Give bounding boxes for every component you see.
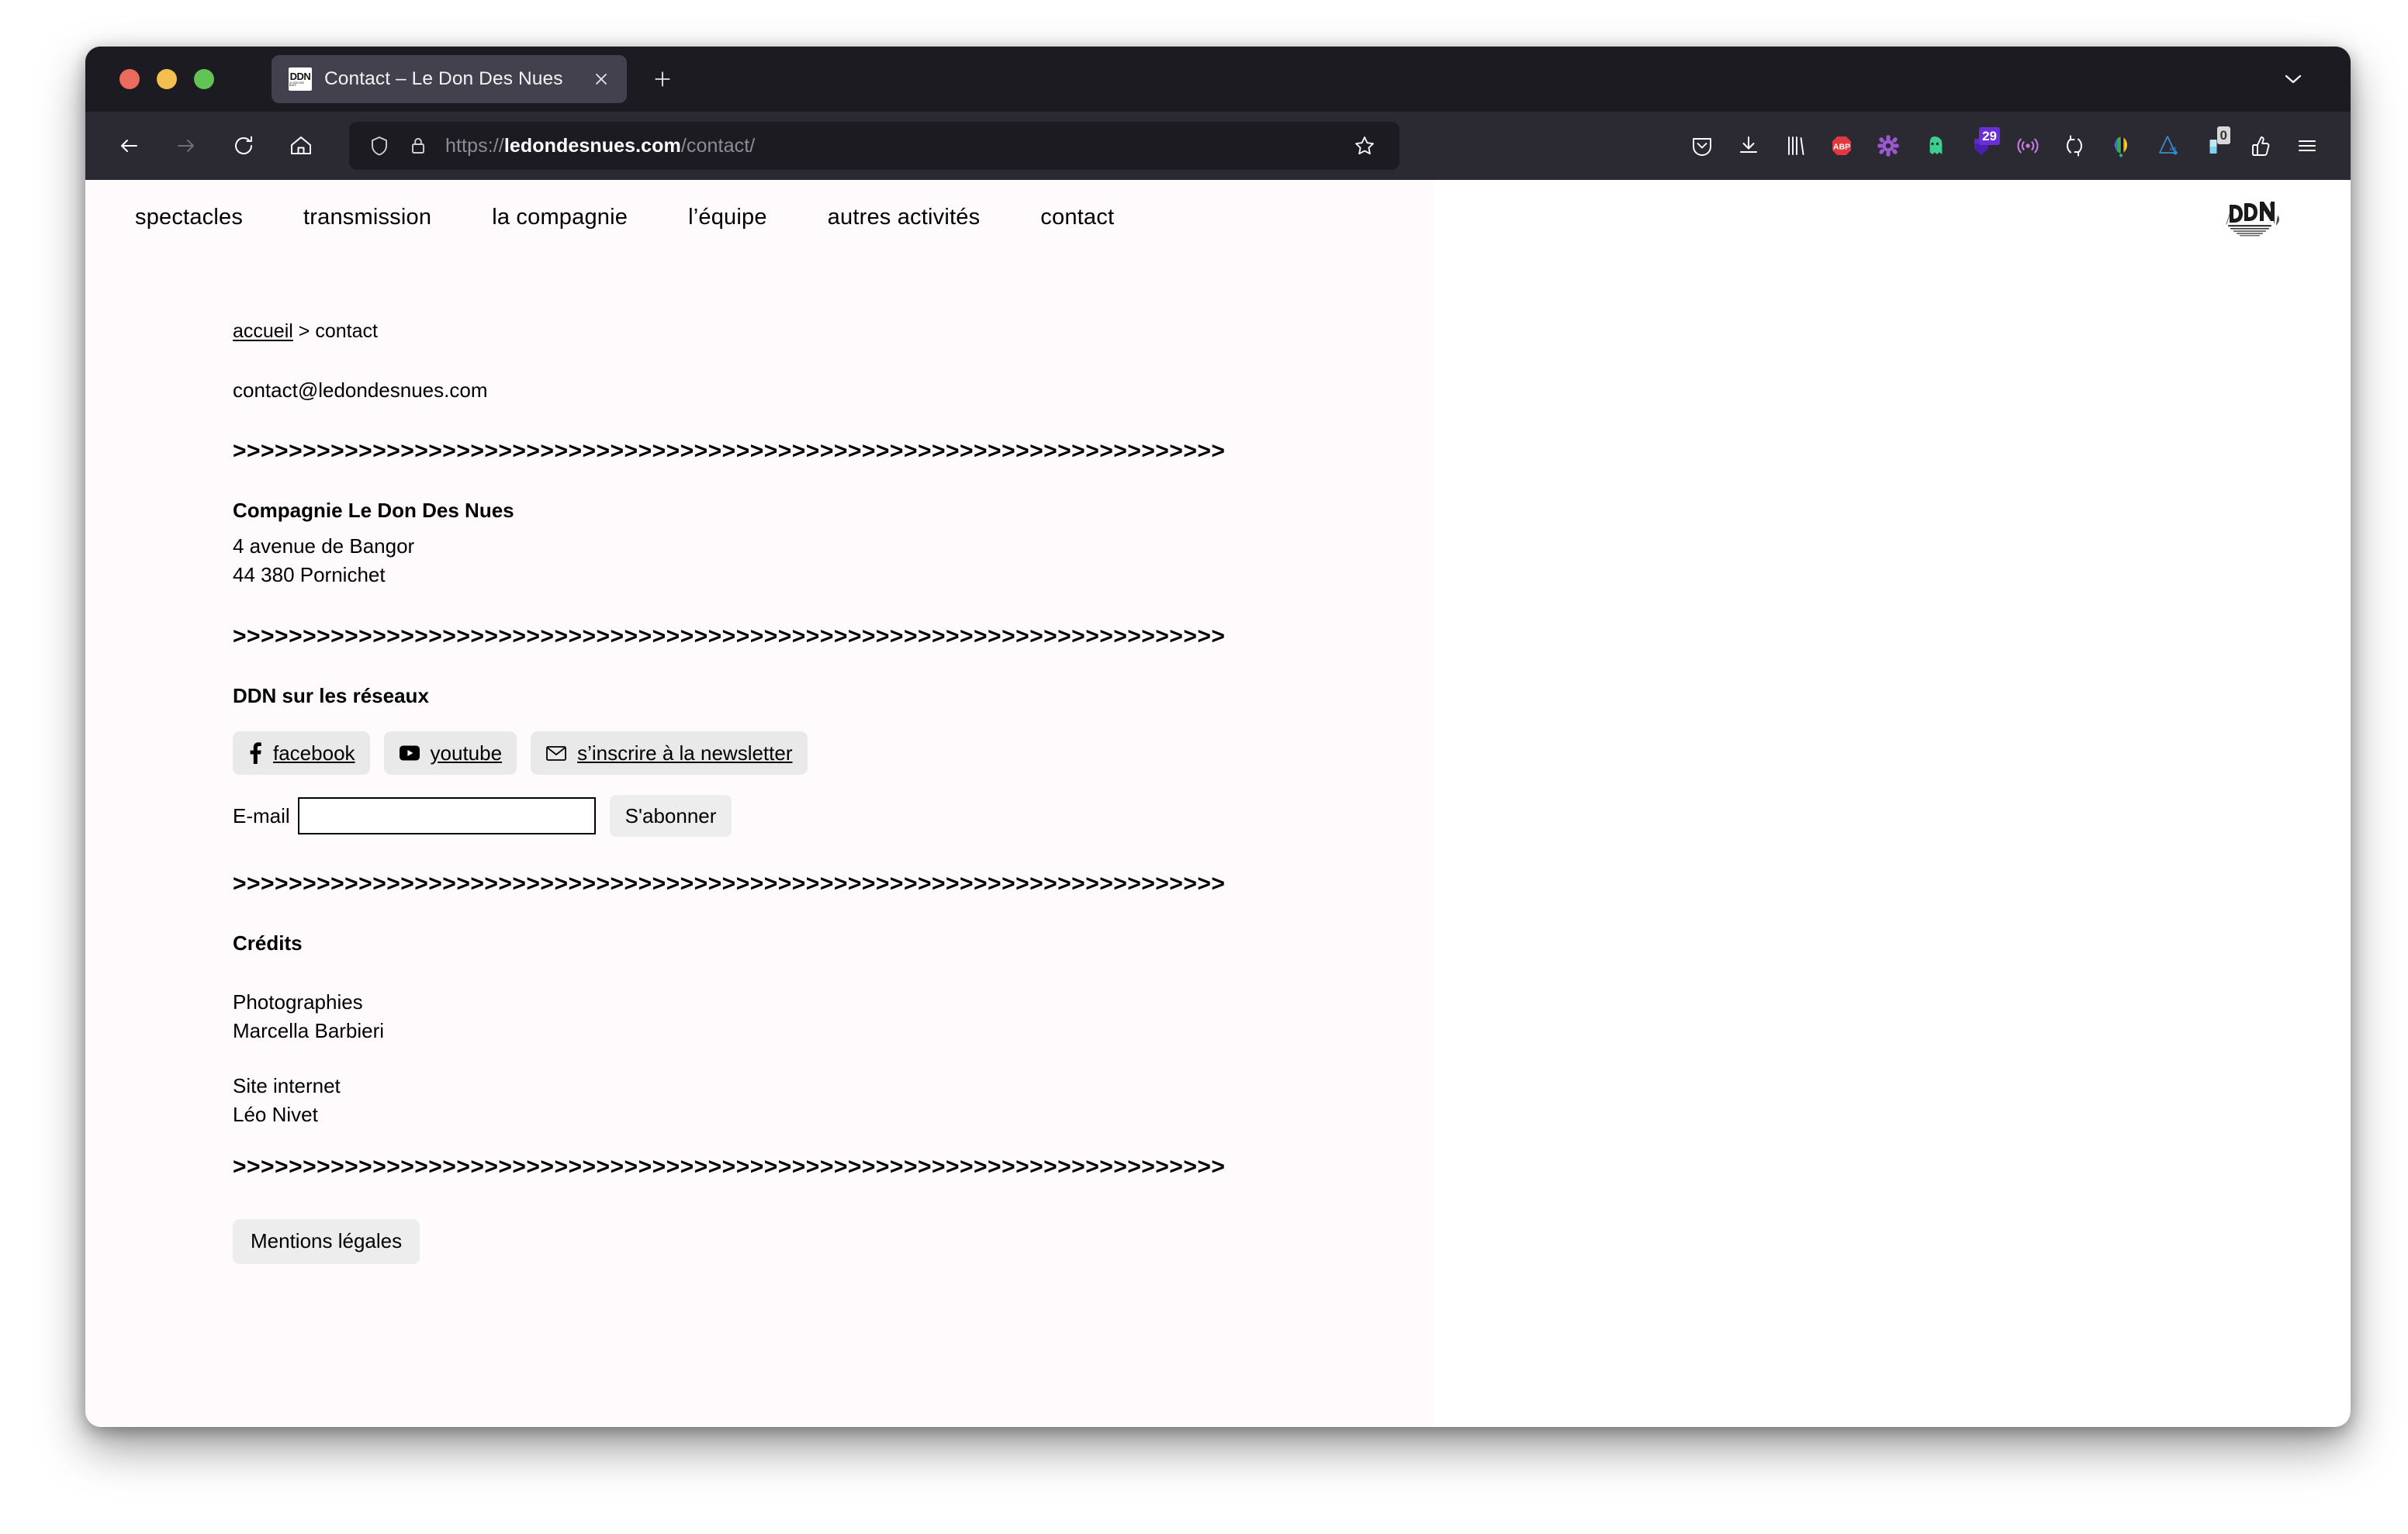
youtube-label: youtube: [430, 741, 503, 765]
breadcrumb-current: contact: [315, 320, 378, 342]
breadcrumb-home-link[interactable]: accueil: [233, 320, 293, 342]
contact-email[interactable]: contact@ledondesnues.com: [233, 378, 1412, 403]
newsletter-button[interactable]: s’inscrire à la newsletter: [531, 731, 808, 776]
tab-strip: DDN LE DON DES NUES Contact – Le Don Des…: [85, 47, 2351, 112]
clipboard-badge-icon[interactable]: 0: [2191, 123, 2237, 169]
divider-chevrons-4: >>>>>>>>>>>>>>>>>>>>>>>>>>>>>>>>>>>>>>>>…: [233, 1155, 1226, 1179]
tab-favicon-ddn: DDN LE DON DES NUES: [289, 67, 312, 91]
breadcrumb: accueil > contact: [233, 320, 1412, 343]
site-logo-ddn[interactable]: [2220, 192, 2284, 240]
hamburger-menu-icon[interactable]: [2284, 123, 2330, 169]
new-tab-button[interactable]: [644, 60, 681, 98]
alpha-triangle-icon[interactable]: ax: [2144, 123, 2191, 169]
page-viewport: spectacles transmission la compagnie l’é…: [85, 180, 2351, 1427]
url-text: https://ledondesnues.com/contact/: [445, 135, 1347, 157]
nav-item-autres-activites[interactable]: autres activités: [828, 205, 981, 230]
divider-chevrons-1: >>>>>>>>>>>>>>>>>>>>>>>>>>>>>>>>>>>>>>>>…: [233, 440, 1226, 464]
badge-counter-icon[interactable]: 29: [1958, 123, 2005, 169]
thumbs-up-icon[interactable]: [2237, 123, 2284, 169]
nav-item-la-compagnie[interactable]: la compagnie: [492, 205, 628, 230]
ghostery-icon[interactable]: [1912, 123, 1958, 169]
library-icon[interactable]: [1772, 123, 1818, 169]
site-header: spectacles transmission la compagnie l’é…: [85, 180, 2351, 254]
sync-icon[interactable]: [2051, 123, 2098, 169]
window-minimize-button[interactable]: [157, 69, 177, 89]
breadcrumb-separator: >: [292, 320, 316, 342]
signal-icon[interactable]: [2005, 123, 2051, 169]
svg-text:ABP: ABP: [1833, 142, 1850, 151]
lock-icon[interactable]: [405, 133, 431, 159]
facebook-label: facebook: [273, 741, 355, 765]
address-street: 4 avenue de Bangor: [233, 534, 415, 558]
reload-icon[interactable]: [220, 123, 267, 169]
desktop-background: DDN LE DON DES NUES Contact – Le Don Des…: [0, 0, 2408, 1534]
window-close-button[interactable]: [119, 69, 140, 89]
url-bar[interactable]: https://ledondesnues.com/contact/: [349, 122, 1399, 170]
email-field[interactable]: [297, 797, 596, 835]
nav-item-lequipe[interactable]: l’équipe: [688, 205, 767, 230]
svg-text:ax: ax: [2170, 144, 2177, 152]
facebook-icon: [250, 742, 261, 765]
navigation-toolbar: https://ledondesnues.com/contact/ ABP 29…: [85, 112, 2351, 180]
arrow-left-icon[interactable]: [106, 123, 152, 169]
pocket-icon[interactable]: [1679, 123, 1725, 169]
download-icon[interactable]: [1725, 123, 1772, 169]
nav-item-contact[interactable]: contact: [1040, 205, 1114, 230]
adblock-plus-icon[interactable]: ABP: [1818, 123, 1865, 169]
legal-notice-button[interactable]: Mentions légales: [233, 1218, 420, 1264]
gear-purple-icon[interactable]: [1865, 123, 1912, 169]
credits-heading: Crédits: [233, 931, 303, 955]
tab-title: Contact – Le Don Des Nues: [324, 68, 563, 89]
colorwheel-icon[interactable]: [2098, 123, 2144, 169]
window-maximize-button[interactable]: [194, 69, 214, 89]
email-field-label: E-mail: [233, 803, 290, 827]
youtube-icon: [399, 745, 420, 761]
home-icon[interactable]: [278, 123, 324, 169]
envelope-icon: [546, 746, 566, 762]
extension-badge-count: 29: [1979, 127, 2000, 145]
url-path: /contact/: [680, 134, 756, 157]
company-name: Compagnie Le Don Des Nues: [233, 499, 514, 523]
shield-icon[interactable]: [366, 133, 393, 159]
address-block: Compagnie Le Don Des Nues 4 avenue de Ba…: [233, 497, 1412, 589]
social-heading: DDN sur les réseaux: [233, 684, 429, 708]
subscribe-button[interactable]: S'abonner: [609, 795, 732, 838]
credit-role: Photographies: [233, 990, 363, 1014]
browser-tab-contact[interactable]: DDN LE DON DES NUES Contact – Le Don Des…: [272, 55, 627, 103]
youtube-button[interactable]: youtube: [383, 731, 517, 776]
extensions-toolbar: ABP 29 ax 0: [1679, 123, 2330, 169]
social-buttons-row: facebook youtube s’inscrire à la newslet…: [233, 731, 1412, 776]
credit-group-website: Site internet Léo Nivet: [233, 1072, 1412, 1129]
favicon-ddn-subtext: LE DON DES NUES: [289, 81, 305, 87]
url-scheme: https://: [445, 134, 504, 157]
divider-chevrons-3: >>>>>>>>>>>>>>>>>>>>>>>>>>>>>>>>>>>>>>>>…: [233, 872, 1226, 897]
credit-role: Site internet: [233, 1074, 341, 1098]
newsletter-form: E-mail S'abonner: [233, 795, 1412, 838]
window-traffic-lights: [119, 69, 214, 89]
site-navigation: spectacles transmission la compagnie l’é…: [135, 205, 1175, 230]
newsletter-label: s’inscrire à la newsletter: [577, 741, 793, 765]
favicon-ddn-text: DDN: [289, 70, 311, 82]
nav-item-spectacles[interactable]: spectacles: [135, 205, 243, 230]
divider-chevrons-2: >>>>>>>>>>>>>>>>>>>>>>>>>>>>>>>>>>>>>>>>…: [233, 625, 1226, 649]
star-icon[interactable]: [1347, 128, 1382, 164]
credit-name: Léo Nivet: [233, 1103, 318, 1126]
url-host: ledondesnues.com: [503, 134, 681, 157]
extension-badge-zero: 0: [2216, 126, 2230, 144]
close-icon[interactable]: [588, 66, 614, 92]
facebook-button[interactable]: facebook: [233, 731, 370, 776]
address-city: 44 380 Pornichet: [233, 563, 386, 587]
chevron-down-icon[interactable]: [2276, 62, 2310, 96]
browser-window: DDN LE DON DES NUES Contact – Le Don Des…: [85, 47, 2351, 1427]
credit-group-photography: Photographies Marcella Barbieri: [233, 988, 1412, 1045]
nav-item-transmission[interactable]: transmission: [303, 205, 431, 230]
arrow-right-icon: [163, 123, 209, 169]
contact-page-content: accueil > contact contact@ledondesnues.c…: [233, 320, 1412, 1264]
credit-name: Marcella Barbieri: [233, 1019, 385, 1043]
